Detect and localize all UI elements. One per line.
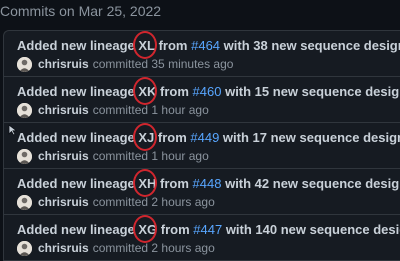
commit-title-suffix[interactable]: with 140 new sequence designations <box>222 222 400 237</box>
author-link[interactable]: chrisruis <box>38 195 89 209</box>
commit-title-from[interactable]: from <box>156 84 192 99</box>
avatar-icon <box>17 148 32 164</box>
commit-title-suffix[interactable]: with 42 new sequence designations <box>221 176 400 191</box>
commit-title-from[interactable]: from <box>157 222 193 237</box>
avatar[interactable] <box>17 240 32 256</box>
commits-page: Commits on Mar 25, 2022 Added new lineag… <box>0 0 400 261</box>
commit-title[interactable]: Added new lineage XL from #464 with 38 n… <box>17 31 400 59</box>
commit-meta: chrisruis committed 1 hour ago <box>17 102 209 118</box>
commit-title[interactable]: Added new lineage XK from #460 with 15 n… <box>17 77 400 105</box>
commit-title-from[interactable]: from <box>156 176 192 191</box>
commit-title-prefix[interactable]: Added new lineage <box>17 130 138 145</box>
commit-list: Added new lineage XL from #464 with 38 n… <box>3 30 400 261</box>
commit-row: Added new lineage XK from #460 with 15 n… <box>4 77 400 123</box>
commit-row: Added new lineage XH from #448 with 42 n… <box>4 169 400 215</box>
pull-request-link[interactable]: #448 <box>193 176 222 191</box>
commit-row: Added new lineage XG from #447 with 140 … <box>4 215 400 261</box>
avatar[interactable] <box>17 102 32 118</box>
author-link[interactable]: chrisruis <box>38 57 89 71</box>
commits-day-header: Commits on Mar 25, 2022 <box>0 3 162 19</box>
commit-title[interactable]: Added new lineage XH from #448 with 42 n… <box>17 169 400 197</box>
lineage-code[interactable]: XL <box>138 38 155 53</box>
avatar-icon <box>17 102 32 118</box>
commit-title-suffix[interactable]: with 17 new sequence designations <box>219 130 400 145</box>
lineage-code[interactable]: XJ <box>138 130 154 145</box>
commit-meta: chrisruis committed 35 minutes ago <box>17 56 233 72</box>
pull-request-link[interactable]: #449 <box>190 130 219 145</box>
lineage-name[interactable]: XJ <box>133 123 158 151</box>
commit-title-prefix[interactable]: Added new lineage <box>17 176 138 191</box>
avatar[interactable] <box>17 194 32 210</box>
commit-title-prefix[interactable]: Added new lineage <box>17 84 138 99</box>
commit-time: committed 2 hours ago <box>92 195 215 209</box>
lineage-name[interactable]: XL <box>133 31 158 59</box>
avatar-icon <box>17 240 32 256</box>
commit-title-prefix[interactable]: Added new lineage <box>17 38 138 53</box>
pull-request-link[interactable]: #460 <box>193 84 222 99</box>
commit-title[interactable]: Added new lineage XJ from #449 with 17 n… <box>17 123 400 151</box>
pull-request-link[interactable]: #447 <box>193 222 222 237</box>
lineage-name[interactable]: XK <box>133 77 158 105</box>
commit-title-from[interactable]: from <box>154 130 190 145</box>
commit-row: Added new lineage XL from #464 with 38 n… <box>4 31 400 77</box>
avatar-icon <box>17 194 32 210</box>
author-link[interactable]: chrisruis <box>38 149 89 163</box>
commit-meta: chrisruis committed 2 hours ago <box>17 194 215 210</box>
commit-time: committed 1 hour ago <box>92 103 209 117</box>
commit-meta: chrisruis committed 2 hours ago <box>17 240 215 256</box>
commit-title[interactable]: Added new lineage XG from #447 with 140 … <box>17 215 400 243</box>
avatar-icon <box>17 56 32 72</box>
lineage-name[interactable]: XG <box>133 215 158 243</box>
author-link[interactable]: chrisruis <box>38 241 89 255</box>
mouse-cursor-icon <box>8 124 18 136</box>
commit-meta: chrisruis committed 1 hour ago <box>17 148 209 164</box>
avatar[interactable] <box>17 56 32 72</box>
commit-time: committed 1 hour ago <box>92 149 209 163</box>
commit-row: Added new lineage XJ from #449 with 17 n… <box>4 123 400 169</box>
commit-time: committed 2 hours ago <box>92 241 215 255</box>
pull-request-link[interactable]: #464 <box>191 38 220 53</box>
lineage-name[interactable]: XH <box>133 169 158 197</box>
commit-title-suffix[interactable]: with 38 new sequence designations <box>220 38 400 53</box>
commit-title-prefix[interactable]: Added new lineage <box>17 222 138 237</box>
lineage-code[interactable]: XK <box>138 84 156 99</box>
commit-title-from[interactable]: from <box>155 38 191 53</box>
lineage-code[interactable]: XG <box>138 222 157 237</box>
avatar[interactable] <box>17 148 32 164</box>
commit-title-suffix[interactable]: with 15 new sequence designations <box>221 84 400 99</box>
lineage-code[interactable]: XH <box>138 176 156 191</box>
commit-time: committed 35 minutes ago <box>92 57 234 71</box>
author-link[interactable]: chrisruis <box>38 103 89 117</box>
